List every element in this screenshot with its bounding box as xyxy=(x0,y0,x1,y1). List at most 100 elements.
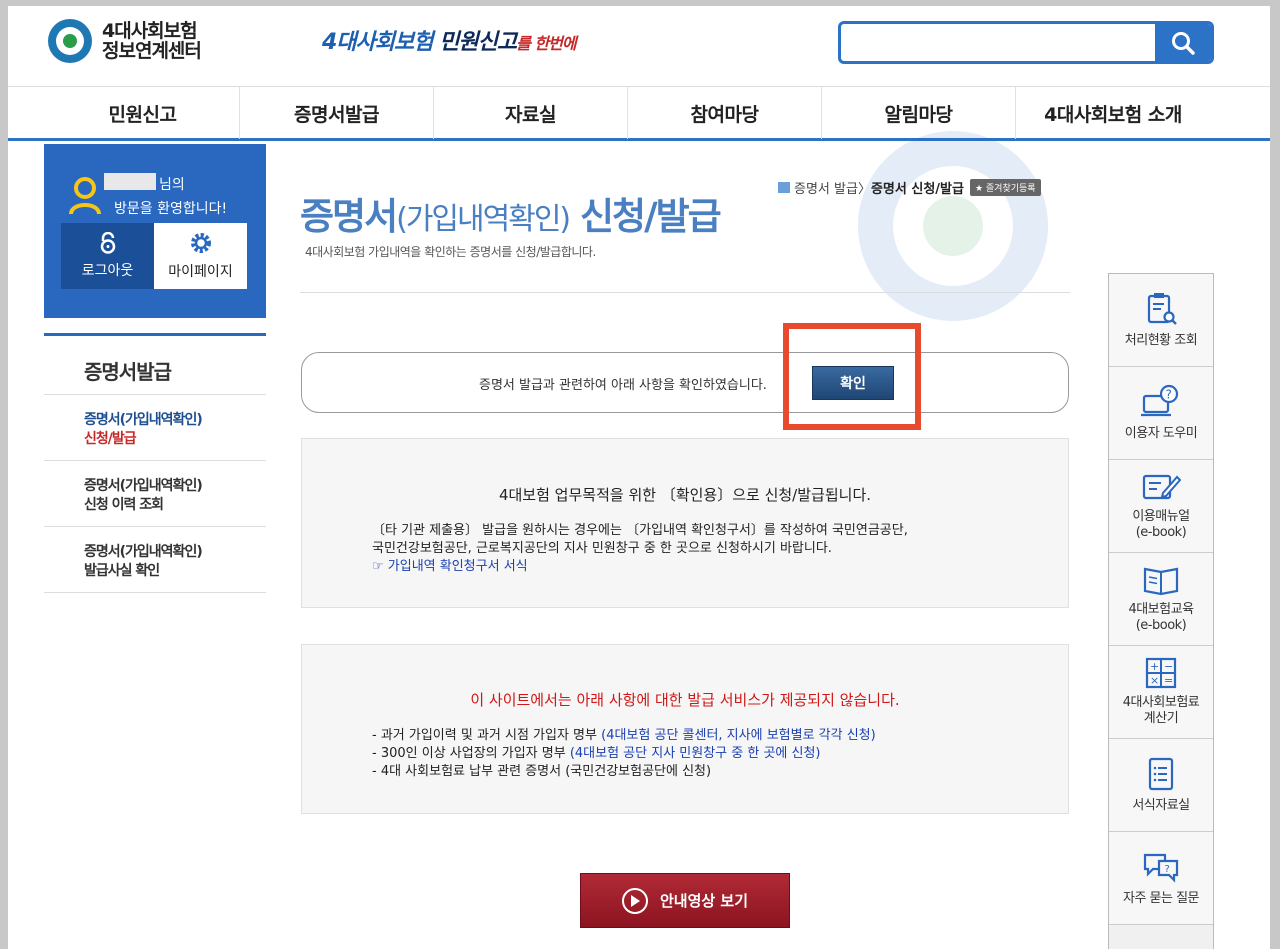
quick-item-forms[interactable]: 서식자료실 xyxy=(1109,739,1213,832)
notice-item: - 300인 이상 사업장의 가입자 명부 (4대보험 공단 지사 민원창구 중… xyxy=(372,745,876,763)
lock-icon xyxy=(100,232,115,254)
bookmark-button[interactable]: ★ 즐겨찾기등록 xyxy=(969,179,1041,196)
side-item-label: 증명서(가입내역확인) xyxy=(84,544,203,560)
svg-text:?: ? xyxy=(1165,864,1170,875)
main-nav: 민원신고 증명서발급 자료실 참여마당 알림마당 4대사회보험 소개 xyxy=(8,86,1270,141)
mypage-label: 마이페이지 xyxy=(168,264,233,280)
user-avatar-icon xyxy=(69,177,101,215)
mypage-button[interactable]: 마이페이지 xyxy=(154,223,247,289)
side-item-verify[interactable]: 증명서(가입내역확인) 발급사실 확인 xyxy=(44,527,266,593)
user-panel: 님의 방문을 환영합니다! 로그아웃 마이페이지 xyxy=(44,144,266,318)
page-subtitle: 4대사회보험 가입내역을 확인하는 증명서를 신청/발급합니다. xyxy=(305,245,596,259)
info-box: 4대보험 업무목적을 위한 〔확인용〕으로 신청/발급됩니다. 〔타 기관 제출… xyxy=(301,438,1069,608)
quick-item-label: 이용자 도우미 xyxy=(1124,426,1198,441)
quick-item-label: 이용매뉴얼 xyxy=(1132,509,1190,524)
logout-label: 로그아웃 xyxy=(81,263,134,279)
book-icon xyxy=(1143,567,1179,596)
highlight-annotation xyxy=(783,323,921,430)
svg-text:×: × xyxy=(1150,674,1159,687)
quick-item-label: 처리현황 조회 xyxy=(1124,333,1198,348)
clipboard-search-icon xyxy=(1147,293,1177,325)
user-name-masked xyxy=(104,173,156,190)
nav-item-certificate[interactable]: 증명서발급 xyxy=(240,87,434,139)
notice-title: 이 사이트에서는 아래 사항에 대한 발급 서비스가 제공되지 않습니다. xyxy=(470,691,900,709)
breadcrumb-separator: 〉 xyxy=(857,182,871,197)
quick-item-sublabel: (e-book) xyxy=(1135,618,1187,633)
title-part-a: 증명서 xyxy=(300,195,398,238)
user-buttons: 로그아웃 마이페이지 xyxy=(61,223,247,289)
svg-text:?: ? xyxy=(1166,388,1172,402)
quick-item-sublabel: 계산기 xyxy=(1143,711,1179,726)
logo-emblem-icon xyxy=(48,19,92,63)
user-name-suffix: 님의 xyxy=(159,177,185,193)
document-list-icon xyxy=(1148,757,1174,791)
quick-item-calculator[interactable]: + − × = 4대사회보험료 계산기 xyxy=(1109,646,1213,739)
info-title: 4대보험 업무목적을 위한 〔확인용〕으로 신청/발급됩니다. xyxy=(498,486,872,504)
notice-box: 이 사이트에서는 아래 사항에 대한 발급 서비스가 제공되지 않습니다. - … xyxy=(301,644,1069,814)
banner-part3: 를 한번에 xyxy=(516,34,576,53)
breadcrumb: 증명서 발급 〉 증명서 신청/발급 ★ 즐겨찾기등록 xyxy=(778,178,1041,197)
page-frame: 4대사회보험 정보연계센터 4대사회보험 민원신고를 한번에 민원신고 증명서발… xyxy=(8,6,1270,949)
home-icon[interactable] xyxy=(778,182,790,193)
side-menu: 증명서발급 증명서(가입내역확인) 신청/발급 증명서(가입내역확인) 신청 이… xyxy=(44,333,266,593)
guide-video-button[interactable]: 안내영상 보기 xyxy=(580,873,790,928)
side-item-label: 신청/발급 xyxy=(84,431,137,447)
notice-list: - 과거 가입이력 및 과거 시점 가입자 명부 (4대보험 공단 콜센터, 지… xyxy=(372,727,876,781)
notice-item-highlight: (4대보험 공단 지사 민원창구 중 한 곳에 신청) xyxy=(569,746,821,761)
notice-item-highlight: (4대보험 공단 콜센터, 지사에 보험별로 각각 신청) xyxy=(601,728,876,743)
banner-part2: 민원신고 xyxy=(439,30,517,55)
page-title: 증명서(가입내역확인) 신청/발급 xyxy=(300,186,722,240)
confirm-box: 증명서 발급과 관련하여 아래 사항을 확인하였습니다. 확인 xyxy=(301,352,1069,413)
side-menu-title: 증명서발급 xyxy=(44,333,266,395)
watermark-emblem-icon xyxy=(858,131,1048,321)
breadcrumb-parent[interactable]: 증명서 발급 xyxy=(794,178,858,197)
title-divider xyxy=(300,292,1070,293)
logout-button[interactable]: 로그아웃 xyxy=(61,223,154,289)
site-logo[interactable]: 4대사회보험 정보연계센터 xyxy=(48,19,202,63)
gear-icon xyxy=(190,233,211,253)
quick-item-education[interactable]: 4대보험교육 (e-book) xyxy=(1109,553,1213,646)
quick-menu: 처리현황 조회 ? 이용자 도우미 이용매뉴얼 (e-book) 4대보험교육 … xyxy=(1108,273,1214,949)
logo-line1: 4대사회보험 xyxy=(102,20,198,42)
breadcrumb-current: 증명서 신청/발급 xyxy=(870,182,964,197)
quick-item-label: 자주 묻는 질문 xyxy=(1122,891,1200,906)
quick-item-manual[interactable]: 이용매뉴얼 (e-book) xyxy=(1109,460,1213,553)
title-part-b: (가입내역확인) xyxy=(396,202,571,237)
quick-item-status[interactable]: 처리현황 조회 xyxy=(1109,274,1213,367)
side-item-history[interactable]: 증명서(가입내역확인) 신청 이력 조회 xyxy=(44,461,266,527)
notice-item: - 과거 가입이력 및 과거 시점 가입자 명부 (4대보험 공단 콜센터, 지… xyxy=(372,727,876,745)
quick-item-label: 4대사회보험료 xyxy=(1122,695,1200,710)
header-banner[interactable]: 4대사회보험 민원신고를 한번에 xyxy=(322,24,577,56)
notice-item-text: - 4대 사회보험료 납부 관련 증명서 (국민건강보험공단에 신청) xyxy=(372,764,712,779)
notice-item-text: - 300인 이상 사업장의 가입자 명부 xyxy=(372,746,570,761)
search-box xyxy=(838,21,1214,64)
title-part-c: 신청/발급 xyxy=(569,195,722,238)
quick-item-label: 서식자료실 xyxy=(1132,798,1190,813)
search-icon xyxy=(1172,31,1195,55)
play-icon xyxy=(621,887,648,914)
nav-item-complaint[interactable]: 민원신고 xyxy=(46,87,240,139)
quick-item-sublabel: (e-book) xyxy=(1135,525,1187,540)
notice-item-text: - 과거 가입이력 및 과거 시점 가입자 명부 xyxy=(372,728,602,743)
help-monitor-icon: ? xyxy=(1141,384,1179,417)
info-line: 국민건강보험공단, 근로복지공단의 지사 민원창구 중 한 곳으로 신청하시기 … xyxy=(372,541,832,556)
side-item-label: 증명서(가입내역확인) xyxy=(84,478,203,494)
nav-item-archive[interactable]: 자료실 xyxy=(434,87,628,139)
edit-manual-icon xyxy=(1142,474,1181,500)
search-input[interactable] xyxy=(847,29,1147,57)
search-button[interactable] xyxy=(1155,24,1211,61)
quick-item-faq[interactable]: ? 자주 묻는 질문 xyxy=(1109,832,1213,925)
form-download-link[interactable]: ☞ 가입내역 확인청구서 서식 xyxy=(372,558,908,576)
notice-item: - 4대 사회보험료 납부 관련 증명서 (국민건강보험공단에 신청) xyxy=(372,763,876,781)
quick-item-helper[interactable]: ? 이용자 도우미 xyxy=(1109,367,1213,460)
calculator-icon: + −× = xyxy=(1145,657,1177,689)
nav-item-participation[interactable]: 참여마당 xyxy=(628,87,822,139)
side-item-label: 증명서(가입내역확인) xyxy=(84,412,203,428)
info-line: 〔타 기관 제출용〕 발급을 원하시는 경우에는 〔가입내역 확인청구서〕를 작… xyxy=(372,523,908,538)
logo-text: 4대사회보험 정보연계센터 xyxy=(102,20,202,61)
confirm-text: 증명서 발급과 관련하여 아래 사항을 확인하였습니다. xyxy=(479,378,767,393)
side-item-apply[interactable]: 증명서(가입내역확인) 신청/발급 xyxy=(44,395,266,461)
guide-video-label: 안내영상 보기 xyxy=(659,892,749,910)
svg-text:+: + xyxy=(1150,660,1159,673)
side-item-label: 신청 이력 조회 xyxy=(84,497,164,513)
